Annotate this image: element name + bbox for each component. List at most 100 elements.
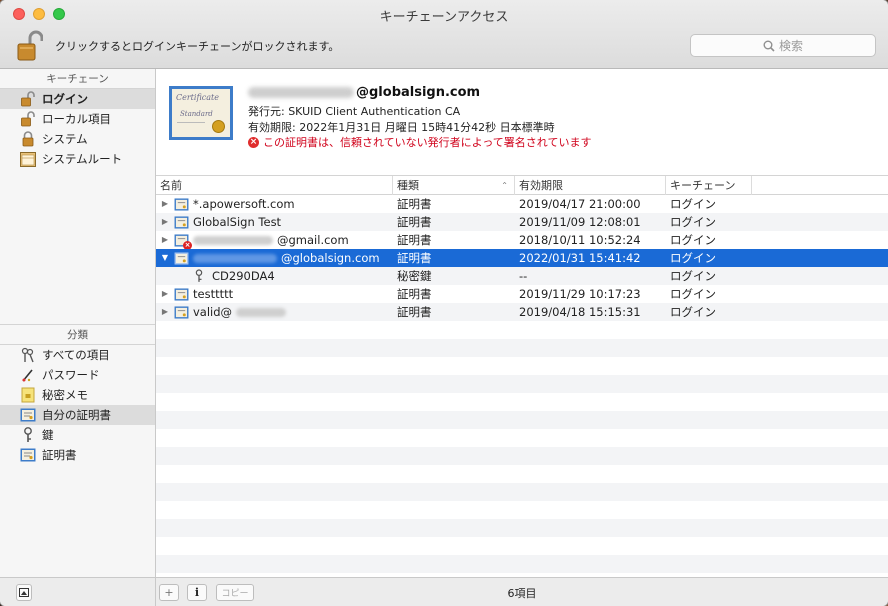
row-name: CD290DA4 — [212, 269, 275, 283]
row-keychain: ログイン — [670, 251, 716, 265]
column-header-kind-label: 種類 — [397, 179, 419, 192]
categories-section: 分類 すべての項目 パスワード 秘密メモ 自分の証明書 鍵 証明書 — [0, 324, 155, 465]
disclosure-triangle-icon[interactable]: ▶ — [160, 285, 170, 303]
sidebar-item-label: 自分の証明書 — [42, 408, 111, 422]
categories-header: 分類 — [0, 325, 155, 345]
certificate-title-suffix: @globalsign.com — [356, 85, 481, 100]
empty-row — [156, 519, 888, 537]
key-icon — [20, 427, 36, 443]
sidebar-item-label: ログイン — [42, 92, 88, 106]
empty-row — [156, 483, 888, 501]
lock-hint-text: クリックするとログインキーチェーンがロックされます。 — [55, 40, 340, 53]
sidebar-item-local-items[interactable]: ローカル項目 — [0, 109, 155, 129]
show-sidebar-button[interactable] — [16, 584, 32, 601]
row-name: GlobalSign Test — [193, 215, 282, 229]
cert-image-text-1: Certificate — [176, 93, 219, 102]
sidebar-item-label: 鍵 — [42, 428, 54, 442]
certificate-warning: × この証明書は、信頼されていない発行者によって署名されています — [248, 134, 591, 150]
empty-row — [156, 465, 888, 483]
table-row[interactable]: ▶ GlobalSign Test 証明書 2019/11/09 12:08:0… — [156, 213, 888, 231]
cert-image-text-2: Standard — [180, 110, 213, 118]
sidebar-item-my-certificates[interactable]: 自分の証明書 — [0, 405, 155, 425]
certificate-issuer: 発行元: SKUID Client Authentication CA — [248, 105, 461, 118]
search-field[interactable]: 検索 — [690, 34, 876, 57]
sidebar-item-system-roots[interactable]: システムルート — [0, 149, 155, 169]
sidebar-item-label: すべての項目 — [42, 348, 110, 362]
row-name: *.apowersoft.com — [193, 197, 295, 211]
sidebar-footer — [0, 577, 156, 606]
row-keychain: ログイン — [670, 305, 716, 319]
certificate-icon — [174, 215, 189, 229]
disclosure-triangle-expanded-icon[interactable]: ▼ — [160, 249, 170, 267]
sidebar-item-label: システムルート — [42, 152, 123, 166]
table-row[interactable]: ▶ testtttt 証明書 2019/11/29 10:17:23 ログイン — [156, 285, 888, 303]
lock-toggle-button[interactable] — [17, 30, 44, 62]
search-placeholder: 検索 — [778, 39, 803, 53]
sidebar-item-label: パスワード — [42, 368, 100, 382]
cabinet-icon — [20, 151, 36, 167]
certificate-icon — [174, 287, 189, 301]
disclosure-triangle-icon[interactable]: ▶ — [160, 231, 170, 249]
table-row-selected[interactable]: ▼ @globalsign.com 証明書 2022/01/31 15:41:4… — [156, 249, 888, 267]
item-count: 6項目 — [507, 587, 537, 600]
disclosure-triangle-icon[interactable]: ▶ — [160, 195, 170, 213]
empty-row — [156, 393, 888, 411]
sidebar-item-all-items[interactable]: すべての項目 — [0, 345, 155, 365]
sidebar: キーチェーン ログイン ローカル項目 システム システムルート 分類 すべての項… — [0, 69, 156, 577]
column-header-keychain[interactable]: キーチェーン — [666, 176, 752, 195]
column-header-name[interactable]: 名前 — [156, 176, 393, 195]
sidebar-item-label: ローカル項目 — [42, 112, 111, 126]
sidebar-item-keys[interactable]: 鍵 — [0, 425, 155, 445]
row-kind: 証明書 — [397, 215, 432, 229]
certificate-title: @globalsign.com — [248, 85, 480, 100]
row-kind: 証明書 — [397, 305, 432, 319]
empty-row — [156, 357, 888, 375]
column-header-kind[interactable]: 種類 ⌃ — [393, 176, 515, 195]
row-date: 2019/11/29 10:17:23 — [519, 287, 641, 301]
row-date: 2019/11/09 12:08:01 — [519, 215, 641, 229]
certificate-detail: Certificate Standard @globalsign.com 発行元… — [156, 69, 888, 176]
sidebar-item-passwords[interactable]: パスワード — [0, 365, 155, 385]
row-keychain: ログイン — [670, 233, 716, 247]
certificate-expiry: 有効期限: 2022年1月31日 月曜日 15時41分42秒 日本標準時 — [248, 121, 555, 134]
items-table: 名前 種類 ⌃ 有効期限 キーチェーン ▶ *.apowersoft.com 証… — [156, 176, 888, 577]
error-icon: × — [248, 136, 259, 148]
sort-ascending-icon: ⌃ — [501, 181, 508, 190]
row-name: testtttt — [193, 287, 234, 301]
row-kind: 証明書 — [397, 287, 432, 301]
row-kind: 秘密鍵 — [397, 269, 432, 283]
certificate-warning-text: この証明書は、信頼されていない発行者によって署名されています — [263, 136, 592, 149]
column-header-expiry[interactable]: 有効期限 — [515, 176, 666, 195]
sidebar-item-login[interactable]: ログイン — [0, 89, 155, 109]
disclosure-triangle-icon[interactable]: ▶ — [160, 213, 170, 231]
unlocked-padlock-icon — [20, 91, 36, 107]
empty-row — [156, 447, 888, 465]
certificate-icon — [174, 197, 189, 211]
certificate-icon — [174, 305, 189, 319]
table-row[interactable]: ▶ *.apowersoft.com 証明書 2019/04/17 21:00:… — [156, 195, 888, 213]
row-keychain: ログイン — [670, 269, 716, 283]
sidebar-item-label: システム — [42, 132, 88, 146]
status-bar: + i コピー 6項目 — [156, 577, 888, 606]
all-items-icon — [20, 347, 36, 363]
empty-row — [156, 537, 888, 555]
disclosure-triangle-icon[interactable]: ▶ — [160, 303, 170, 321]
sidebar-item-secure-notes[interactable]: 秘密メモ — [0, 385, 155, 405]
empty-row — [156, 501, 888, 519]
row-kind: 証明書 — [397, 233, 432, 247]
empty-row — [156, 429, 888, 447]
row-name: valid@ — [193, 305, 233, 319]
secure-note-icon — [20, 387, 36, 403]
table-row[interactable]: CD290DA4 秘密鍵 -- ログイン — [156, 267, 888, 285]
row-date: 2022/01/31 15:41:42 — [519, 251, 641, 265]
sidebar-item-certificates[interactable]: 証明書 — [0, 445, 155, 465]
sidebar-item-system[interactable]: システム — [0, 129, 155, 149]
table-row[interactable]: ▶ valid@ 証明書 2019/04/18 15:15:31 ログイン — [156, 303, 888, 321]
table-row[interactable]: ▶ × @gmail.com 証明書 2018/10/11 10:52:24 ロ… — [156, 231, 888, 249]
window-title: キーチェーンアクセス — [379, 10, 509, 25]
redacted-name — [193, 235, 273, 245]
keychain-window: キーチェーンアクセス クリックするとログインキーチェーンがロックされます。 検索… — [0, 0, 888, 606]
seal-icon — [212, 120, 225, 133]
row-date: -- — [519, 269, 528, 283]
row-kind: 証明書 — [397, 251, 432, 265]
